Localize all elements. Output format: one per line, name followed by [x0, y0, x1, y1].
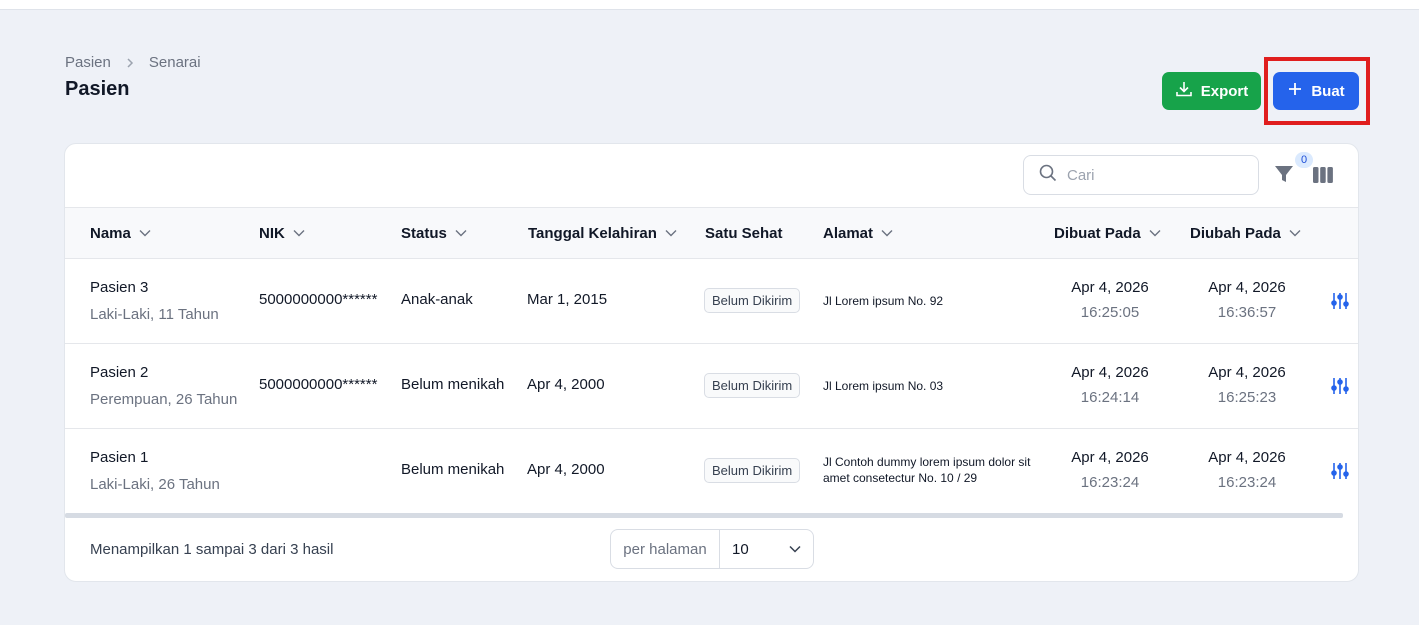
updated-date: Apr 4, 2026: [1208, 279, 1286, 296]
patient-status: Belum menikah: [401, 376, 505, 393]
satu-sehat-badge: Belum Dikirim: [704, 458, 801, 483]
top-bar: [0, 0, 1419, 10]
filter-button[interactable]: [1274, 164, 1296, 186]
chevron-down-icon: [881, 230, 893, 237]
created-date: Apr 4, 2026: [1071, 449, 1149, 466]
page-title: Pasien: [65, 78, 130, 100]
created-time: 16:25:05: [1080, 304, 1140, 321]
patient-info: Laki-Laki, 26 Tahun: [90, 476, 220, 493]
updated-time: 16:36:57: [1217, 304, 1277, 321]
updated-at: Apr 4, 2026 16:36:57: [1187, 279, 1307, 321]
column-header-satu-sehat: Satu Sehat: [705, 224, 783, 242]
export-button-label: Export: [1200, 82, 1249, 100]
patient-birth-date: Apr 4, 2000: [527, 461, 605, 478]
breadcrumb-item-pasien[interactable]: Pasien: [65, 54, 111, 71]
export-button[interactable]: Export: [1162, 72, 1261, 110]
patient-birth-date: Apr 4, 2000: [527, 376, 605, 393]
column-header-diubah-pada[interactable]: Diubah Pada: [1190, 208, 1301, 258]
chevron-down-icon: [139, 230, 151, 237]
column-header-dibuat-pada[interactable]: Dibuat Pada: [1054, 208, 1161, 258]
column-header-nama[interactable]: Nama: [90, 208, 151, 258]
patient-info: Laki-Laki, 11 Tahun: [90, 306, 219, 323]
patient-address: Jl Lorem ipsum No. 92: [823, 294, 944, 308]
per-page-label: per halaman: [611, 530, 720, 568]
adjustments-icon: [1331, 378, 1349, 394]
chevron-down-icon: [293, 230, 305, 237]
patient-name[interactable]: Pasien 3: [90, 279, 148, 296]
search-placeholder: Cari: [1067, 166, 1095, 184]
per-page-value: 10: [732, 540, 749, 558]
updated-time: 16:23:24: [1217, 474, 1277, 491]
created-date: Apr 4, 2026: [1071, 279, 1149, 296]
column-header-nik[interactable]: NIK: [259, 208, 305, 258]
breadcrumb: Pasien Senarai: [65, 54, 201, 71]
updated-date: Apr 4, 2026: [1208, 364, 1286, 381]
row-actions-button[interactable]: [1330, 461, 1350, 481]
row-actions-button[interactable]: [1330, 376, 1350, 396]
patients-table-card: Cari 0 Nama NIK Status Tanggal Kelahiran: [64, 143, 1359, 582]
column-header-alamat[interactable]: Alamat: [823, 208, 893, 258]
patient-status: Anak-anak: [401, 291, 473, 308]
updated-time: 16:25:23: [1217, 389, 1277, 406]
columns-button[interactable]: [1313, 166, 1335, 186]
pagination-summary: Menampilkan 1 sampai 3 dari 3 hasil: [90, 541, 334, 558]
column-header-tanggal-kelahiran[interactable]: Tanggal Kelahiran: [528, 208, 677, 258]
created-at: Apr 4, 2026 16:25:05: [1050, 279, 1170, 321]
chevron-down-icon: [789, 545, 801, 553]
created-at: Apr 4, 2026 16:23:24: [1050, 449, 1170, 491]
patient-status: Belum menikah: [401, 461, 505, 478]
patient-name[interactable]: Pasien 1: [90, 449, 148, 466]
breadcrumb-item-senarai: Senarai: [148, 54, 201, 71]
horizontal-scrollbar[interactable]: [65, 513, 1343, 518]
created-at: Apr 4, 2026 16:24:14: [1050, 364, 1170, 406]
chevron-down-icon: [665, 230, 677, 237]
patient-name[interactable]: Pasien 2: [90, 364, 148, 381]
table-header: Nama NIK Status Tanggal Kelahiran Satu S…: [65, 207, 1358, 259]
search-icon: [1039, 164, 1057, 186]
column-header-status[interactable]: Status: [401, 208, 467, 258]
updated-at: Apr 4, 2026 16:25:23: [1187, 364, 1307, 406]
chevron-down-icon: [1289, 230, 1301, 237]
filter-count-badge: 0: [1295, 152, 1313, 168]
created-time: 16:23:24: [1080, 474, 1140, 491]
patient-nik: 5000000000******: [259, 291, 378, 308]
chevron-down-icon: [1149, 230, 1161, 237]
table-row[interactable]: Pasien 2 Perempuan, 26 Tahun 5000000000*…: [65, 344, 1358, 429]
patient-address: Jl Contoh dummy lorem ipsum dolor sit am…: [823, 455, 1031, 485]
per-page-select[interactable]: per halaman 10: [610, 529, 814, 569]
patient-nik: 5000000000******: [259, 376, 378, 393]
adjustments-icon: [1331, 463, 1349, 479]
columns-icon: [1313, 167, 1333, 183]
download-icon: [1175, 80, 1193, 102]
satu-sehat-badge: Belum Dikirim: [704, 288, 801, 313]
chevron-down-icon: [455, 230, 467, 237]
satu-sehat-badge: Belum Dikirim: [704, 373, 801, 398]
chevron-right-icon: [125, 57, 135, 68]
table-row[interactable]: Pasien 1 Laki-Laki, 26 Tahun Belum menik…: [65, 429, 1358, 514]
per-page-dropdown[interactable]: 10: [720, 530, 813, 568]
highlight-box: [1264, 57, 1370, 125]
created-time: 16:24:14: [1080, 389, 1140, 406]
patient-address: Jl Lorem ipsum No. 03: [823, 379, 944, 393]
updated-at: Apr 4, 2026 16:23:24: [1187, 449, 1307, 491]
created-date: Apr 4, 2026: [1071, 364, 1149, 381]
search-input[interactable]: Cari: [1023, 155, 1259, 195]
patient-info: Perempuan, 26 Tahun: [90, 391, 238, 408]
updated-date: Apr 4, 2026: [1208, 449, 1286, 466]
filter-icon: [1275, 166, 1293, 182]
patient-birth-date: Mar 1, 2015: [527, 291, 608, 308]
table-row[interactable]: Pasien 3 Laki-Laki, 11 Tahun 5000000000*…: [65, 259, 1358, 344]
row-actions-button[interactable]: [1330, 291, 1350, 311]
adjustments-icon: [1331, 293, 1349, 309]
